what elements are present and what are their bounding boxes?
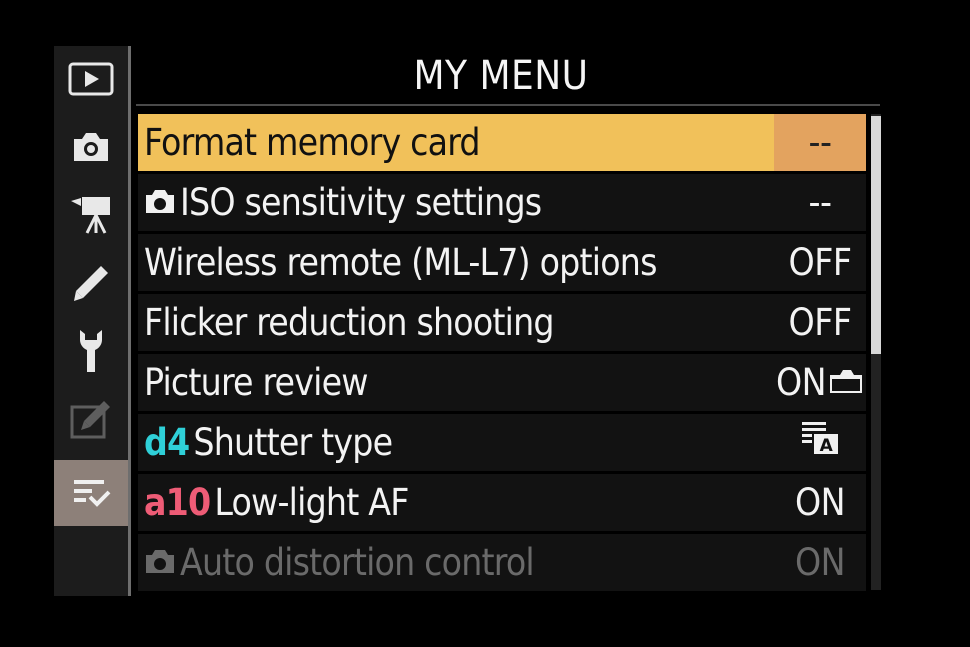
auto-shutter-icon: A — [800, 420, 840, 465]
wrench-icon — [76, 328, 106, 374]
menu-item-value: OFF — [788, 301, 853, 344]
my-menu-icon — [70, 477, 112, 509]
pencil-icon — [71, 263, 111, 303]
camera-small-icon — [144, 541, 176, 584]
menu-item-flicker-reduction-shooting[interactable]: Flicker reduction shooting OFF — [138, 294, 866, 351]
menu-item-label: Format memory card — [144, 121, 481, 164]
tab-playback[interactable] — [54, 46, 128, 112]
camera-small-icon — [828, 361, 864, 404]
menu-item-value: ON — [794, 481, 846, 524]
menu-item-picture-review[interactable]: Picture review ON — [138, 354, 866, 411]
menu-item-value: A — [774, 414, 866, 471]
menu-item-label: Picture review — [144, 361, 368, 404]
menu-list: Format memory card -- ISO sensitivity se… — [138, 114, 866, 594]
menu-item-low-light-af[interactable]: a10 Low-light AF ON — [138, 474, 866, 531]
tab-divider — [128, 46, 131, 596]
tab-setup[interactable] — [54, 318, 128, 384]
tab-my-menu[interactable] — [54, 460, 128, 526]
camera-small-icon — [144, 181, 176, 224]
menu-item-auto-distortion-control[interactable]: Auto distortion control ON — [138, 534, 866, 591]
menu-item-label: Auto distortion control — [180, 541, 535, 584]
menu-item-label: Wireless remote (ML-L7) options — [144, 241, 657, 284]
menu-item-value: ON — [774, 354, 866, 411]
menu-item-value: OFF — [788, 241, 853, 284]
retouch-icon — [70, 399, 112, 439]
tab-photo-shooting[interactable] — [54, 114, 128, 180]
menu-item-label: ISO sensitivity settings — [180, 181, 542, 224]
menu-item-wireless-remote-options[interactable]: Wireless remote (ML-L7) options OFF — [138, 234, 866, 291]
menu-item-label: Low-light AF — [214, 481, 409, 524]
menu-item-value: ON — [794, 541, 846, 584]
page-title: MY MENU — [413, 53, 589, 99]
menu-item-shutter-type[interactable]: d4 Shutter type A — [138, 414, 866, 471]
tab-movie-shooting[interactable] — [54, 182, 128, 248]
menu-item-iso-sensitivity-settings[interactable]: ISO sensitivity settings -- — [138, 174, 866, 231]
menu-item-format-memory-card[interactable]: Format memory card -- — [138, 114, 866, 171]
custom-setting-code: a10 — [144, 481, 211, 524]
menu-item-value-text: ON — [775, 361, 827, 404]
svg-text:A: A — [820, 436, 834, 456]
menu-item-value: -- — [808, 181, 832, 224]
playback-icon — [68, 62, 114, 96]
menu-item-value: -- — [774, 114, 866, 171]
menu-item-label: Flicker reduction shooting — [144, 301, 555, 344]
tab-retouch[interactable] — [54, 386, 128, 452]
movie-camera-icon — [69, 195, 113, 235]
tab-custom-settings[interactable] — [54, 250, 128, 316]
custom-setting-code: d4 — [144, 421, 190, 464]
menu-item-label: Shutter type — [193, 421, 393, 464]
camera-icon — [70, 131, 112, 163]
camera-screen: MY MENU Format memory card -- ISO sensit… — [0, 0, 970, 647]
scrollbar-thumb[interactable] — [871, 116, 881, 354]
menu-tabs — [54, 46, 128, 596]
title-divider — [136, 104, 880, 106]
